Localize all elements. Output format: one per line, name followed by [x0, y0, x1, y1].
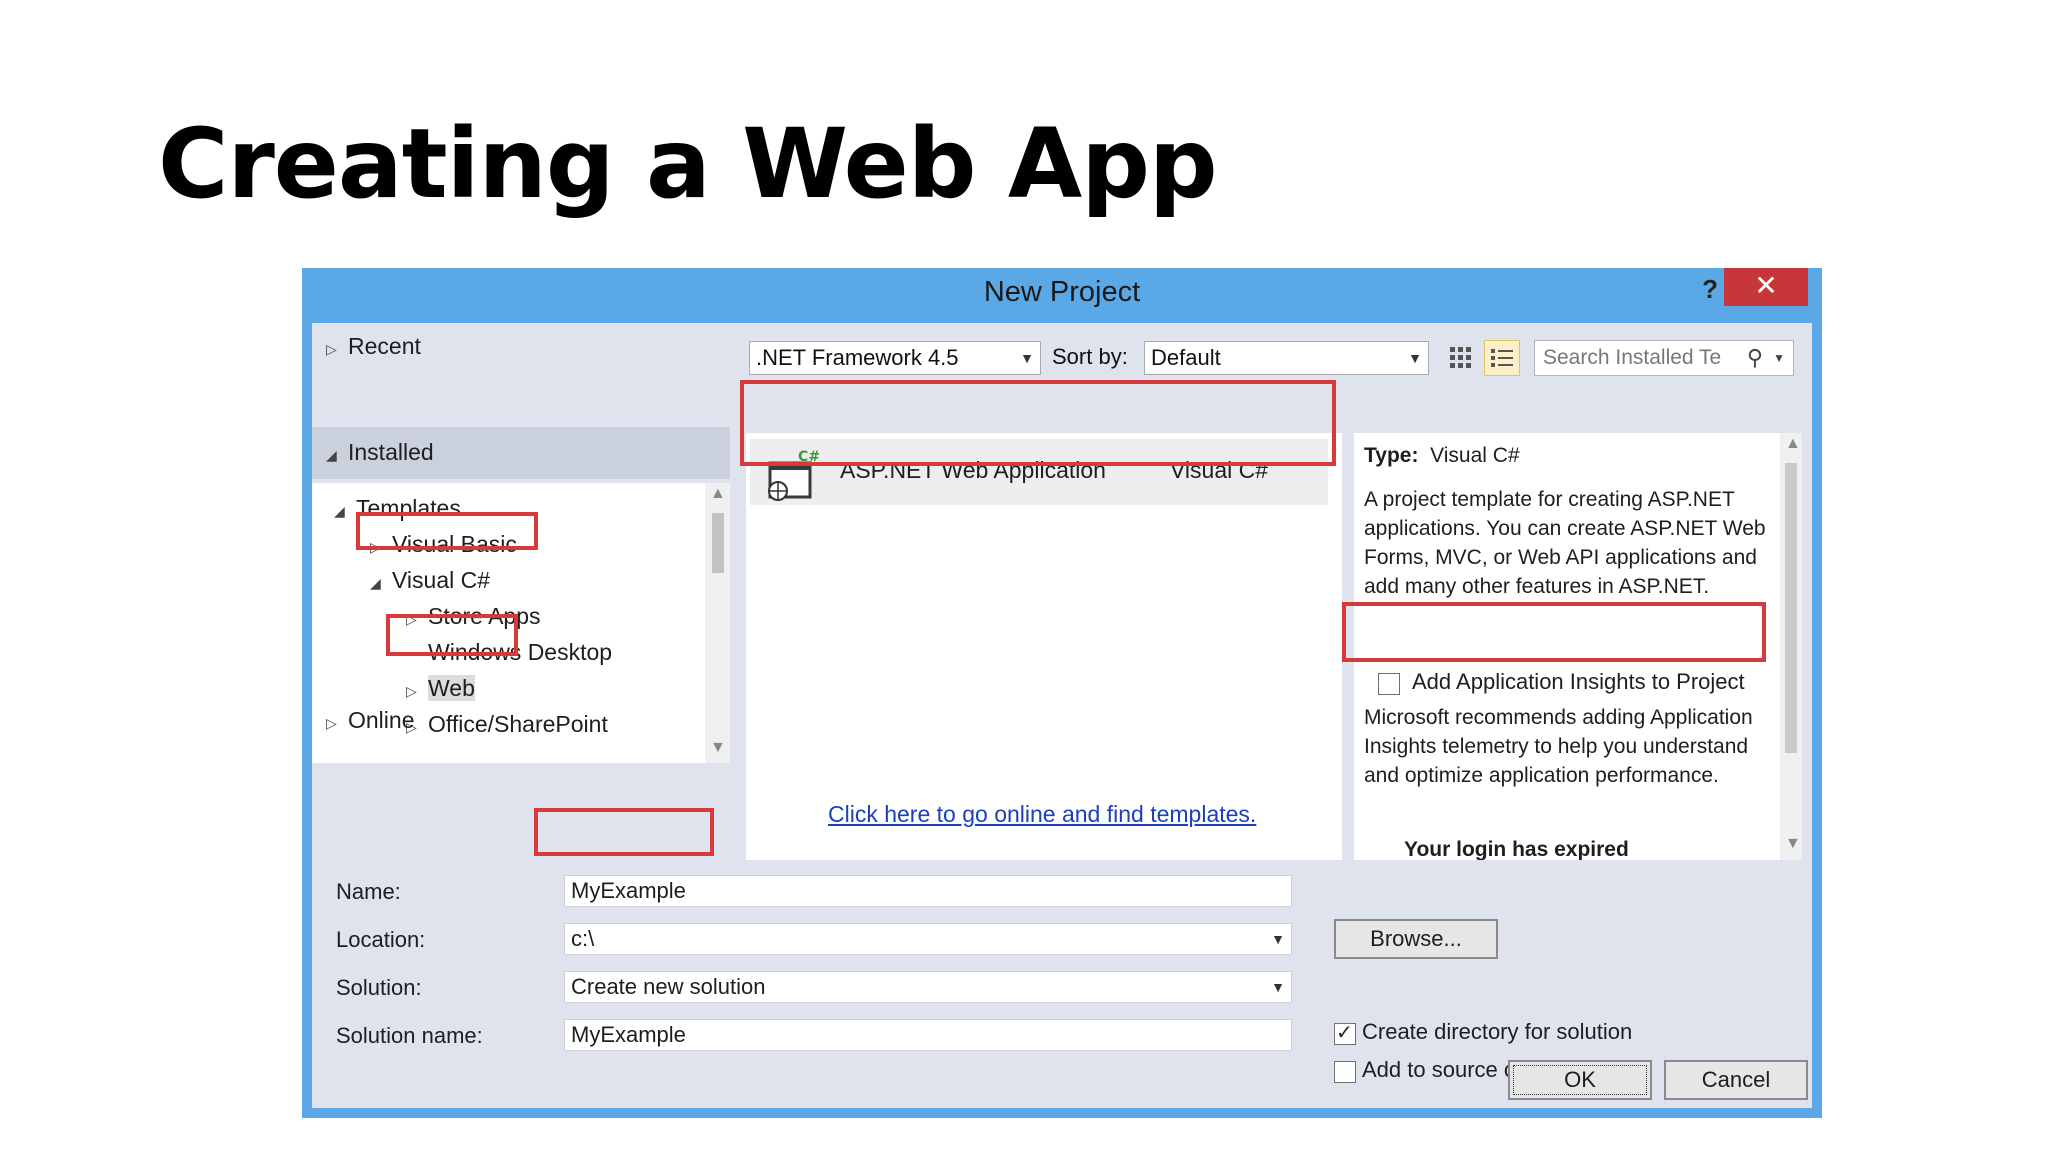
slide-title: Creating a Web App	[158, 108, 1218, 220]
scroll-thumb[interactable]	[712, 513, 724, 573]
small-icons-view-button[interactable]	[1444, 341, 1478, 375]
highlight-name	[534, 808, 714, 856]
collapse-arrow-icon: ◢	[334, 503, 345, 519]
tree-scrollbar[interactable]: ▲ ▼	[705, 483, 730, 763]
cancel-button[interactable]: Cancel	[1664, 1060, 1808, 1100]
sort-by-label: Sort by:	[1052, 344, 1128, 369]
name-label: Name:	[336, 879, 401, 904]
details-scrollbar[interactable]: ▲ ▼	[1780, 433, 1802, 860]
list-view-button[interactable]	[1484, 340, 1520, 376]
list-view-icon	[1491, 349, 1513, 367]
scroll-thumb[interactable]	[1785, 463, 1797, 753]
scroll-up-icon[interactable]: ▲	[710, 485, 726, 503]
template-list: C# ASP.NET Web Application Visual C# Cli…	[746, 433, 1342, 860]
scroll-down-icon[interactable]: ▼	[1785, 835, 1801, 853]
dropdown-arrow-icon: ▼	[1271, 931, 1285, 947]
insights-checkbox[interactable]	[1378, 673, 1400, 695]
dropdown-arrow-icon: ▼	[1271, 979, 1285, 995]
type-value: Visual C#	[1430, 444, 1520, 467]
tree-item-web[interactable]: ▷ Web	[406, 675, 475, 702]
type-row: Type: Visual C#	[1364, 441, 1774, 470]
scroll-down-icon[interactable]: ▼	[710, 739, 726, 757]
dropdown-arrow-icon: ▼	[1020, 350, 1034, 366]
browse-button[interactable]: Browse...	[1334, 919, 1498, 959]
expand-arrow-icon: ▷	[406, 683, 417, 699]
online-templates-link[interactable]: Click here to go online and find templat…	[828, 801, 1256, 828]
close-button[interactable]: ✕	[1724, 268, 1808, 306]
solution-label: Solution:	[336, 975, 422, 1000]
nav-installed[interactable]: ◢ Installed	[326, 439, 434, 466]
template-description: A project template for creating ASP.NET …	[1364, 488, 1766, 598]
highlight-template	[740, 380, 1336, 466]
search-icon[interactable]: ⚲	[1747, 341, 1763, 375]
tree-item-visual-csharp[interactable]: ◢ Visual C#	[370, 567, 490, 594]
dropdown-arrow-icon: ▼	[1408, 350, 1422, 366]
ok-button[interactable]: OK	[1508, 1060, 1652, 1100]
type-label: Type:	[1364, 444, 1419, 467]
help-button[interactable]: ?	[1702, 274, 1718, 305]
login-expired-text: Your login has expired	[1404, 838, 1629, 860]
dialog-title: New Project	[983, 276, 1141, 308]
location-label: Location:	[336, 927, 426, 952]
expand-arrow-icon: ▷	[326, 715, 337, 731]
create-directory-checkbox[interactable]: ✓	[1334, 1022, 1356, 1045]
solution-name-input[interactable]: MyExample	[564, 1019, 1292, 1051]
collapse-arrow-icon: ◢	[326, 447, 337, 463]
solution-name-label: Solution name:	[336, 1023, 483, 1048]
name-input[interactable]: MyExample	[564, 875, 1292, 907]
insights-note: Microsoft recommends adding Application …	[1364, 706, 1753, 787]
highlight-web	[386, 614, 518, 656]
nav-online[interactable]: ▷ Online	[326, 707, 414, 734]
tree-item-office-sharepoint[interactable]: ▷ Office/SharePoint	[406, 711, 608, 738]
search-input[interactable]: Search Installed Te ⚲ ▼	[1534, 340, 1794, 376]
collapse-arrow-icon: ◢	[370, 575, 381, 591]
solution-combo[interactable]: Create new solution ▼	[564, 971, 1292, 1003]
nav-recent[interactable]: ▷ Recent	[326, 333, 421, 360]
source-control-checkbox[interactable]	[1334, 1061, 1356, 1083]
search-dropdown-icon[interactable]: ▼	[1773, 341, 1785, 375]
checkmark-icon: ✓	[1336, 1022, 1353, 1044]
highlight-visual-csharp	[356, 512, 538, 550]
expand-arrow-icon: ▷	[326, 341, 337, 357]
location-combo[interactable]: c:\ ▼	[564, 923, 1292, 955]
create-directory-label[interactable]: Create directory for solution	[1362, 1019, 1632, 1045]
grid-view-icon	[1450, 347, 1471, 368]
scroll-up-icon[interactable]: ▲	[1785, 435, 1801, 453]
sort-dropdown[interactable]: Default ▼	[1144, 341, 1429, 375]
insights-label[interactable]: Add Application Insights to Project	[1412, 669, 1745, 695]
highlight-insights	[1342, 602, 1766, 662]
framework-dropdown[interactable]: .NET Framework 4.5 ▼	[749, 341, 1041, 375]
web-label: Web	[428, 675, 475, 701]
title-bar: New Project ? ✕	[302, 268, 1822, 323]
